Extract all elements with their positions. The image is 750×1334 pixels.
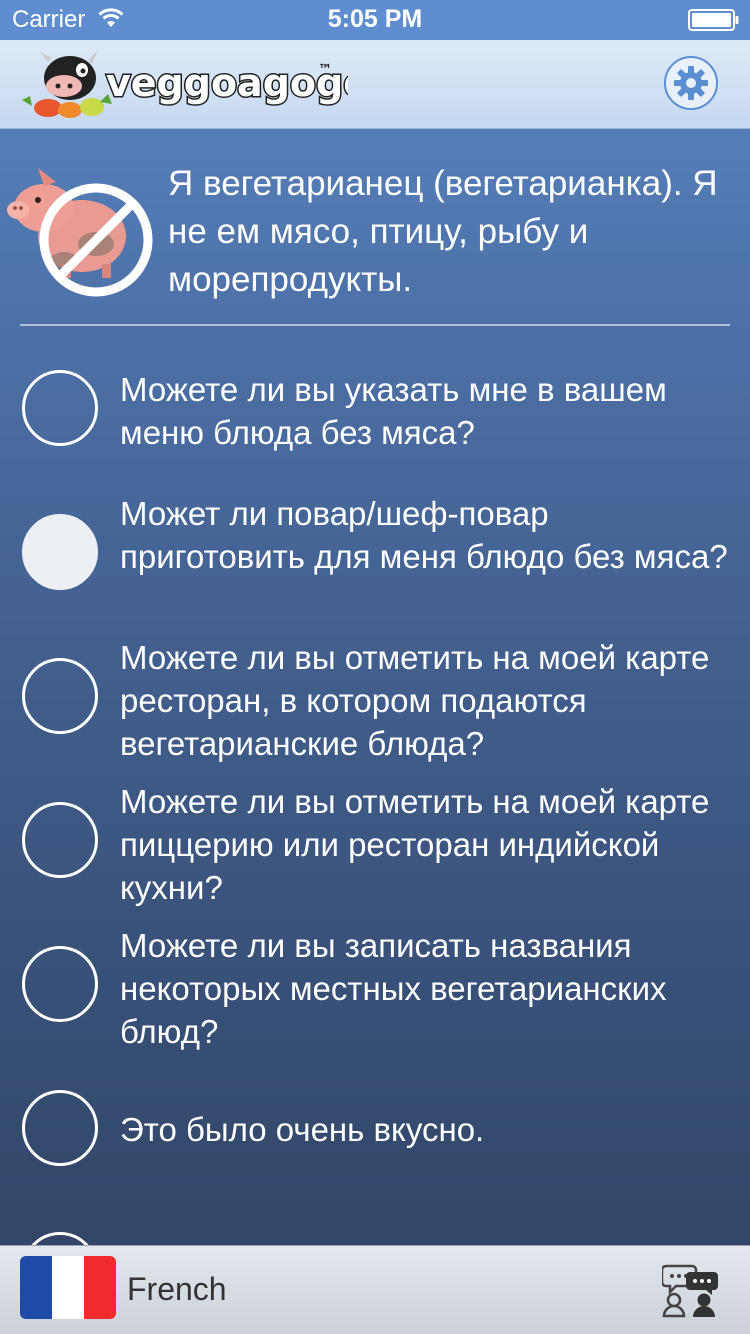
intro-statement: Я вегетарианец (вегетарианка). Я не ем м… (168, 164, 718, 299)
community-icon[interactable] (660, 1262, 720, 1323)
battery-icon (688, 9, 740, 36)
radio-button[interactable] (22, 1090, 98, 1166)
radio-button-selected[interactable] (22, 514, 98, 590)
status-time: 5:05 PM (327, 5, 423, 33)
status-bar: Carrier 5:05 PM (0, 0, 750, 40)
intro-section: Я вегетарианец (вегетарианка). Я не ем м… (0, 160, 750, 310)
no-meat-icon (4, 164, 154, 309)
phrase-text: Можете ли вы отметить на моей карте рест… (120, 639, 710, 762)
settings-button[interactable] (664, 56, 718, 110)
radio-button[interactable] (22, 370, 98, 446)
language-label[interactable]: French (127, 1271, 227, 1308)
phrase-text: Может ли повар/шеф-повар приготовить для… (120, 495, 728, 575)
gear-icon (674, 66, 708, 100)
phrase-text: Можете ли вы записать названия некоторых… (120, 927, 667, 1050)
radio-button[interactable] (22, 658, 98, 734)
radio-button[interactable] (22, 946, 98, 1022)
logo-trademark: ™ (318, 62, 332, 78)
divider (20, 324, 730, 326)
radio-button[interactable] (22, 802, 98, 878)
language-footer[interactable]: French (0, 1245, 750, 1334)
phrase-text: Можете ли вы отметить на моей карте пицц… (120, 783, 710, 906)
app-header: veggoagogo ™ (0, 40, 750, 129)
logo-wordmark: veggoagogo (106, 61, 348, 105)
phrase-text: Это было очень вкусно. (120, 1111, 485, 1148)
veggoagogo-logo-icon: veggoagogo ™ (18, 44, 371, 129)
phrase-text: Можете ли вы указать мне в вашем меню бл… (120, 371, 667, 451)
france-flag-icon (20, 1256, 116, 1319)
